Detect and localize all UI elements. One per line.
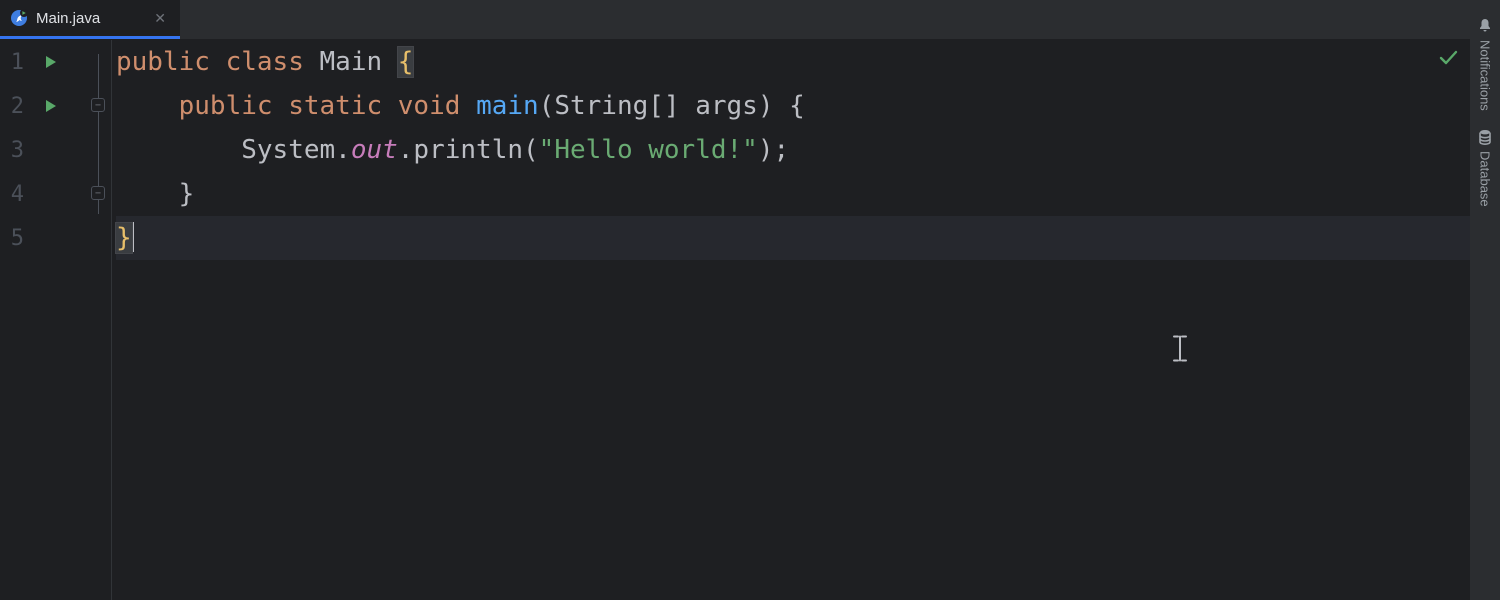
- database-tool[interactable]: Database: [1477, 129, 1493, 207]
- java-class-run-icon: [10, 9, 28, 27]
- tab-main-java[interactable]: Main.java ✕: [0, 0, 180, 39]
- tab-label: Main.java: [36, 10, 100, 27]
- brace-open: {: [398, 47, 414, 77]
- notifications-label: Notifications: [1478, 40, 1493, 111]
- editor-tabbar: Main.java ✕: [0, 0, 1500, 40]
- gutter: 1 2 3 4 5 − −: [0, 40, 112, 600]
- right-tool-strip: Notifications Database: [1470, 0, 1500, 600]
- text-caret: [132, 222, 134, 252]
- line-number: 4: [0, 182, 34, 207]
- code-line[interactable]: }: [116, 172, 1470, 216]
- line-number: 2: [0, 94, 34, 119]
- bell-icon: [1477, 18, 1493, 34]
- database-icon: [1477, 129, 1493, 145]
- code-line[interactable]: }: [116, 216, 1470, 260]
- code-area[interactable]: public class Main { public static void m…: [116, 40, 1470, 600]
- code-line[interactable]: System.out.println("Hello world!");: [116, 128, 1470, 172]
- editor[interactable]: 1 2 3 4 5 − − public class Main {: [0, 40, 1470, 600]
- code-line[interactable]: public class Main {: [116, 40, 1470, 84]
- line-number: 3: [0, 138, 34, 163]
- code-line[interactable]: public static void main(String[] args) {: [116, 84, 1470, 128]
- fold-toggle-icon[interactable]: −: [91, 186, 105, 200]
- fold-strip: − −: [91, 40, 105, 600]
- database-label: Database: [1478, 151, 1493, 207]
- line-number: 1: [0, 50, 34, 75]
- fold-toggle-icon[interactable]: −: [91, 98, 105, 112]
- brace-close: }: [116, 223, 132, 253]
- notifications-tool[interactable]: Notifications: [1477, 18, 1493, 111]
- run-line-icon[interactable]: [40, 52, 60, 72]
- line-number: 5: [0, 226, 34, 251]
- run-line-icon[interactable]: [40, 96, 60, 116]
- close-icon[interactable]: ✕: [154, 10, 166, 27]
